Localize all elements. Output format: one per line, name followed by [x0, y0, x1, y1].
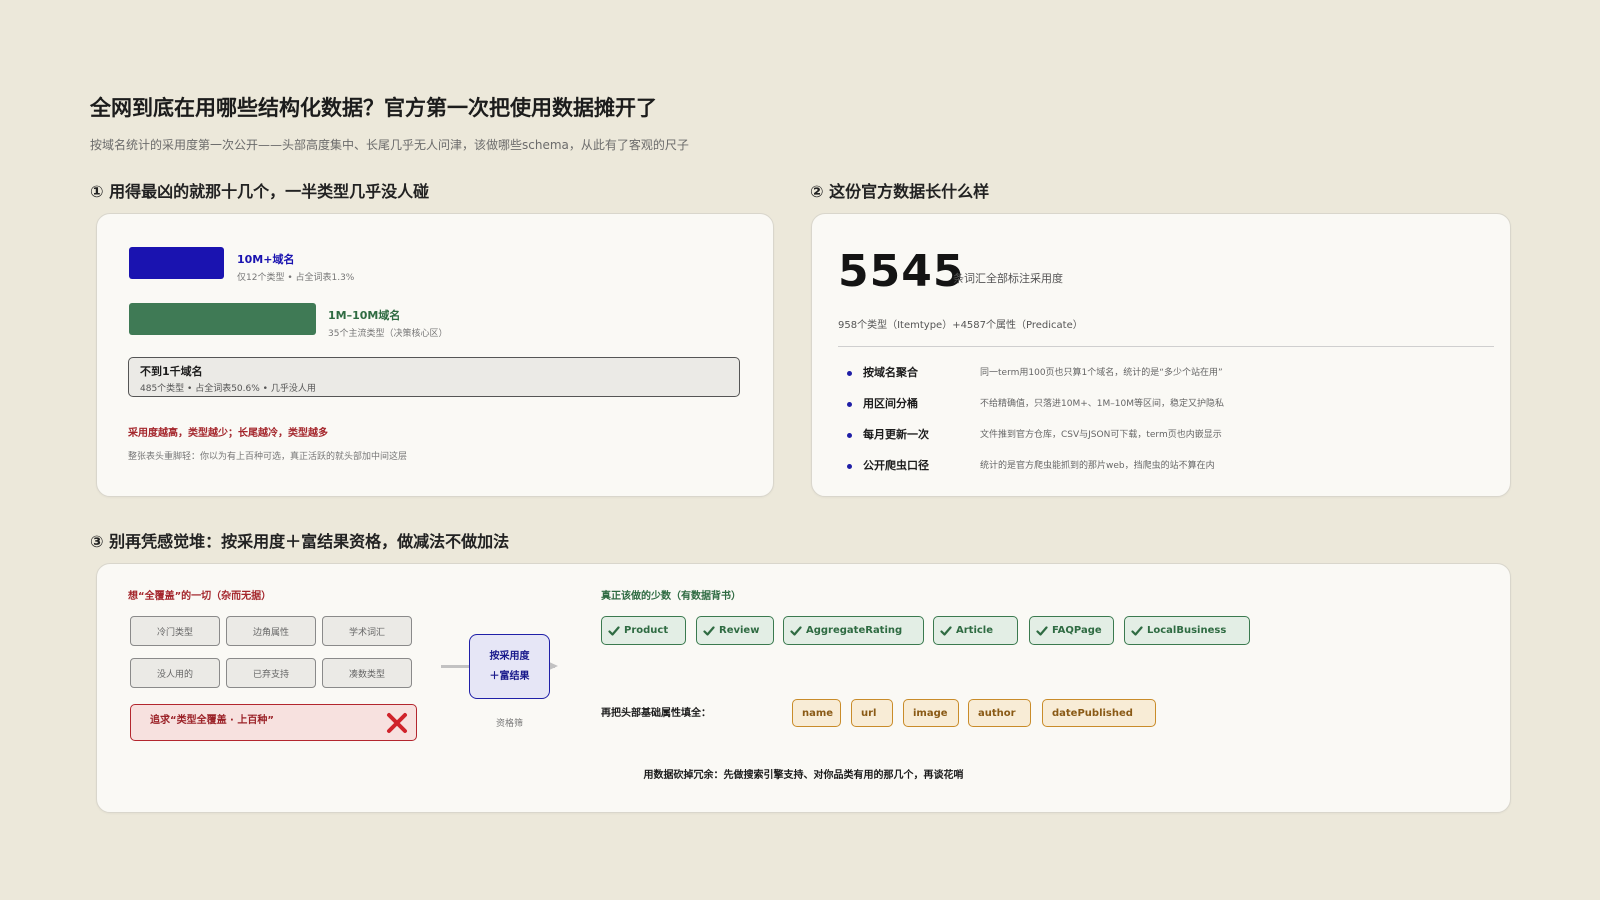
prop-chip-datepublished: datePublished [1042, 699, 1156, 727]
schema-chip-aggregaterating: AggregateRating [783, 616, 924, 645]
bad-chip: 冷门类型 [130, 616, 220, 646]
prop-chip-name: name [792, 699, 841, 727]
schema-chip-label: Review [719, 625, 760, 636]
check-icon [608, 625, 620, 636]
prop-chip-image: image [903, 699, 959, 727]
strategy-card: 想“全覆盖”的一切（杂而无据） 冷门类型 边角属性 学术词汇 没人用的 已弃支持… [96, 563, 1511, 813]
tier-title-1m-10m: 1M–10M域名 [328, 309, 401, 322]
tier-bar-10m [129, 247, 224, 279]
page-title: 全网到底在用哪些结构化数据？官方第一次把使用数据摊开了 [90, 96, 657, 120]
schema-chip-label: LocalBusiness [1147, 625, 1227, 636]
check-icon [790, 625, 802, 636]
schema-chip-label: FAQPage [1052, 625, 1102, 636]
section2-heading: ② 这份官方数据长什么样 [810, 182, 990, 201]
page-subtitle: 按域名统计的采用度第一次公开——头部高度集中、长尾几乎无人问津，该做哪些sche… [90, 138, 689, 152]
schema-chip-label: Product [624, 625, 669, 636]
feature-desc: 同一term用100页也只算1个域名，统计的是“多少个站在用” [980, 368, 1223, 378]
adoption-tier-card: 10M+域名 仅12个类型 • 占全词表1.3% 1M–10M域名 35个主流类… [96, 213, 774, 497]
vocab-count-label: 条词汇全部标注采用度 [953, 272, 1063, 285]
check-icon [1036, 625, 1048, 636]
prop-chip-url: url [851, 699, 893, 727]
bad-chip: 边角属性 [226, 616, 316, 646]
feature-desc: 不给精确值，只落进10M+、1M–10M等区间，稳定又护隐私 [980, 399, 1224, 409]
prop-chip-author: author [968, 699, 1031, 727]
section1-heading: ① 用得最凶的就那十几个，一半类型几乎没人碰 [90, 182, 430, 201]
schema-chip-localbusiness: LocalBusiness [1124, 616, 1250, 645]
schema-chip-article: Article [933, 616, 1018, 645]
adoption-note: 整张表头重脚轻：你以为有上百种可选，真正活跃的就头部加中间这层 [128, 452, 408, 462]
everything-title: 想“全覆盖”的一切（杂而无据） [128, 591, 272, 602]
bad-chip: 凑数类型 [322, 658, 412, 688]
bad-chip: 没人用的 [130, 658, 220, 688]
bullet-dot [847, 433, 852, 438]
feature-title: 按域名聚合 [863, 366, 918, 379]
schema-chip-label: Article [956, 625, 994, 636]
tier-bar-1m-10m [129, 303, 316, 335]
adoption-conclusion: 采用度越高，类型越少；长尾越冷，类型越多 [128, 428, 328, 439]
check-icon [940, 625, 952, 636]
feature-desc: 文件推到官方仓库，CSV与JSON可下载，term页也内嵌显示 [980, 430, 1222, 440]
official-data-card: 5545 条词汇全部标注采用度 958个类型（Itemtype）+4587个属性… [811, 213, 1511, 497]
tier-desc-1m-10m: 35个主流类型（决策核心区） [328, 329, 448, 339]
feature-title: 用区间分桶 [863, 397, 918, 410]
props-label: 再把头部基础属性填全： [601, 708, 711, 719]
filter-caption: 资格筛 [495, 719, 523, 729]
tier-desc-10m: 仅12个类型 • 占全词表1.3% [237, 273, 355, 283]
schema-chip-label: AggregateRating [806, 625, 903, 636]
bad-banner-label: 追求“类型全覆盖 · 上百种” [150, 715, 274, 726]
section3-heading: ③ 别再凭感觉堆：按采用度＋富结果资格，做减法不做加法 [90, 532, 510, 551]
vocab-count: 5545 [838, 246, 965, 297]
tier-title-under-1k: 不到1千域名 [140, 365, 203, 378]
schema-chip-product: Product [601, 616, 686, 645]
bad-chip: 已弃支持 [226, 658, 316, 688]
tier-title-10m: 10M+域名 [237, 253, 295, 266]
feature-desc: 统计的是官方爬虫能抓到的那片web，挡爬虫的站不算在内 [980, 461, 1215, 471]
feature-title: 每月更新一次 [863, 428, 929, 441]
bullet-dot [847, 371, 852, 376]
bullet-dot [847, 464, 852, 469]
bad-banner: 追求“类型全覆盖 · 上百种” [130, 704, 417, 741]
vocab-breakdown: 958个类型（Itemtype）+4587个属性（Predicate） [838, 320, 1083, 331]
bad-chip: 学术词汇 [322, 616, 412, 646]
tier-desc-under-1k: 485个类型 • 占全词表50.6% • 几乎没人用 [140, 384, 316, 394]
divider [838, 346, 1494, 347]
filter-box: 按采用度 ＋富结果 [469, 634, 550, 699]
bullet-dot [847, 402, 852, 407]
check-icon [703, 625, 715, 636]
schema-chip-review: Review [696, 616, 774, 645]
cross-icon [387, 713, 407, 733]
feature-title: 公开爬虫口径 [863, 459, 929, 472]
schema-chip-faqpage: FAQPage [1029, 616, 1114, 645]
strategy-footer: 用数据砍掉冗余：先做搜索引擎支持、对你品类有用的那几个，再谈花哨 [643, 770, 964, 781]
check-icon [1131, 625, 1143, 636]
recommended-title: 真正该做的少数（有数据背书） [601, 591, 741, 602]
